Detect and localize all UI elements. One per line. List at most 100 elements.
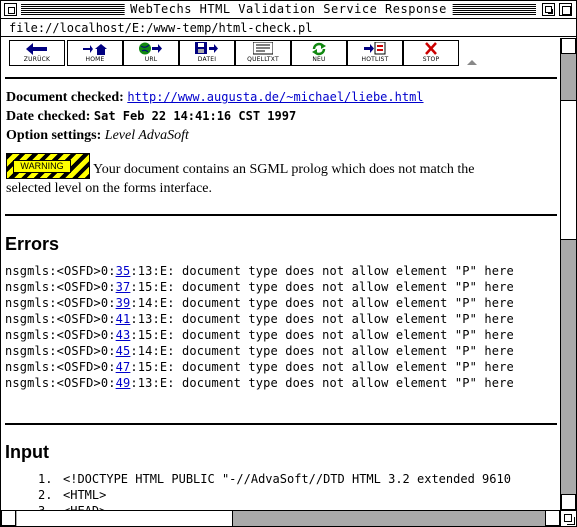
input-line-number: 3. [38,503,52,510]
vertical-scrollbar[interactable] [560,38,576,510]
error-column: :15: [130,360,160,374]
error-prefix: nsgmls:<OSFD>0: [5,296,116,310]
url-display[interactable]: file://localhost/E:/www-temp/html-check.… [1,20,576,37]
hotlist-label: HOTLIST [361,56,389,63]
error-prefix: nsgmls:<OSFD>0: [5,360,116,374]
error-message: E: document type does not allow element … [159,376,514,390]
error-message: E: document type does not allow element … [159,296,514,310]
page-content: Document checked: http://www.augusta.de/… [1,71,560,510]
stop-button[interactable]: STOP [403,40,459,66]
save-file-icon [195,41,219,56]
horizontal-scrollbar[interactable] [1,510,560,526]
scroll-down-button[interactable] [561,494,576,510]
home-icon [83,41,107,56]
input-line-number: 2. [38,488,53,502]
back-arrow-icon [26,41,48,56]
error-line-link[interactable]: 35 [116,264,131,278]
resize-handle[interactable] [560,510,576,526]
error-prefix: nsgmls:<OSFD>0: [5,328,116,342]
document-checked-row: Document checked: http://www.augusta.de/… [6,90,424,106]
hotlist-icon [364,41,386,56]
file-button[interactable]: DATEI [179,40,235,66]
stop-x-icon [424,41,438,56]
option-settings-label: Option settings: [6,128,102,143]
document-checked-link[interactable]: http://www.augusta.de/~michael/liebe.htm… [127,90,423,104]
input-line-text: <!DOCTYPE HTML PUBLIC "-//AdvaSoft//DTD … [63,472,511,486]
date-checked-label: Date checked: [6,109,91,124]
vertical-scroll-thumb[interactable] [561,100,576,240]
error-line-link[interactable]: 37 [116,280,131,294]
error-message: E: document type does not allow element … [159,264,514,278]
error-prefix: nsgmls:<OSFD>0: [5,280,116,294]
error-row: nsgmls:<OSFD>0:37:15:E: document type do… [5,279,514,295]
error-message: E: document type does not allow element … [159,312,514,326]
horizontal-scroll-thumb[interactable] [17,511,233,526]
error-prefix: nsgmls:<OSFD>0: [5,376,116,390]
error-line-link[interactable]: 41 [116,312,131,326]
error-row: nsgmls:<OSFD>0:45:14:E: document type do… [5,343,514,359]
option-settings-value: Level AdvaSoft [104,128,189,143]
toolbar-more-arrow-icon[interactable] [467,60,477,65]
error-line-link[interactable]: 39 [116,296,131,310]
home-label: HOME [85,56,105,63]
errors-heading: Errors [5,234,60,254]
error-row: nsgmls:<OSFD>0:43:15:E: document type do… [5,327,514,343]
url-button[interactable]: URL [123,40,179,66]
divider [5,214,557,216]
error-column: :13: [130,312,160,326]
browser-window: WebTechs HTML Validation Service Respons… [0,0,577,527]
divider [5,423,557,425]
error-row: nsgmls:<OSFD>0:35:13:E: document type do… [5,263,514,279]
error-row: nsgmls:<OSFD>0:49:13:E: document type do… [5,375,514,391]
error-prefix: nsgmls:<OSFD>0: [5,264,116,278]
reload-button[interactable]: NEU [291,40,347,66]
error-line-link[interactable]: 49 [116,376,131,390]
error-column: :15: [130,280,160,294]
input-line-text: <HTML> [63,488,107,502]
error-line-link[interactable]: 45 [116,344,131,358]
scroll-right-button[interactable] [545,510,560,526]
back-button[interactable]: ZURÜCK [9,40,65,66]
error-message: E: document type does not allow element … [159,344,514,358]
url-label: URL [144,56,158,63]
error-row: nsgmls:<OSFD>0:39:14:E: document type do… [5,295,514,311]
warning-badge: WARNING [6,153,90,179]
error-line-link[interactable]: 47 [116,360,131,374]
fullsize-window-button[interactable] [559,3,572,16]
scroll-up-button[interactable] [561,38,576,54]
date-checked-row: Date checked: Sat Feb 22 14:41:16 CST 19… [6,109,296,125]
error-message: E: document type does not allow element … [159,280,514,294]
input-line-text: <HEAD> [63,503,106,510]
hotlist-button[interactable]: HOTLIST [347,40,403,66]
source-button[interactable]: QUELLTXT [235,40,291,66]
close-window-button[interactable] [4,3,17,16]
title-bar[interactable]: WebTechs HTML Validation Service Respons… [1,1,576,19]
divider [5,77,557,79]
error-column: :15: [130,328,160,342]
error-column: :14: [130,296,160,310]
input-line-number: 1. [38,472,53,486]
back-label: ZURÜCK [23,56,51,63]
date-checked-value: Sat Feb 22 14:41:16 CST 1997 [93,109,297,123]
home-button[interactable]: HOME [67,40,123,66]
document-checked-label: Document checked: [6,90,124,105]
error-line-link[interactable]: 43 [116,328,131,342]
warning-text-line-2: selected level on the forms interface. [6,181,213,196]
iconify-window-button[interactable] [542,3,555,16]
reload-label: NEU [312,56,326,63]
error-column: :13: [130,264,160,278]
error-column: :13: [130,376,160,390]
error-message: E: document type does not allow element … [159,360,514,374]
toolbar: ZURÜCK HOME URL DATEI QUELLTXT NEU HOTLI… [1,38,560,70]
stop-label: STOP [422,56,440,63]
scroll-left-button[interactable] [1,510,16,526]
option-settings-row: Option settings: Level AdvaSoft [6,128,189,144]
error-prefix: nsgmls:<OSFD>0: [5,312,116,326]
error-message: E: document type does not allow element … [159,328,514,342]
error-column: :14: [130,344,160,358]
globe-url-icon [139,41,163,56]
window-title: WebTechs HTML Validation Service Respons… [124,2,453,17]
source-text-icon [253,41,273,56]
input-heading: Input [5,442,49,462]
warning-badge-label: WARNING [13,160,71,173]
